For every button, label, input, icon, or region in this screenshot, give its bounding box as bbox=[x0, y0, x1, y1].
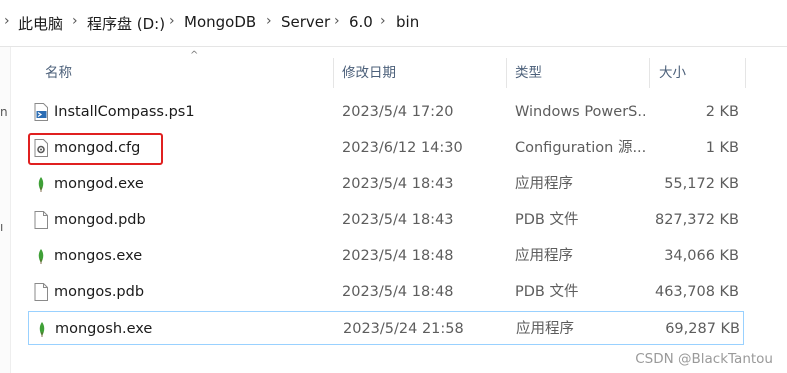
column-header-name[interactable]: 名称 bbox=[45, 58, 72, 88]
column-divider[interactable] bbox=[649, 58, 650, 88]
chevron-right-icon[interactable]: › bbox=[169, 13, 175, 29]
file-row[interactable]: mongod.exe 2023/5/4 18:43 应用程序 55,172 KB bbox=[28, 167, 744, 201]
chevron-right-icon[interactable]: › bbox=[266, 13, 272, 29]
file-size: 34,066 KB bbox=[664, 248, 739, 264]
file-type: 应用程序 bbox=[515, 176, 573, 192]
file-name: mongod.pdb bbox=[54, 212, 146, 228]
file-size: 463,708 KB bbox=[654, 284, 739, 300]
file-name: mongos.pdb bbox=[54, 284, 145, 300]
file-type: 应用程序 bbox=[515, 248, 573, 264]
powershell-script-icon bbox=[34, 103, 48, 121]
address-bar[interactable]: › 此电脑 › 程序盘 (D:) › MongoDB › Server › 6.… bbox=[0, 0, 787, 47]
file-modified: 2023/6/12 14:30 bbox=[342, 140, 463, 156]
chevron-right-icon[interactable]: › bbox=[72, 13, 78, 29]
file-modified: 2023/5/4 18:43 bbox=[342, 176, 454, 192]
column-divider[interactable] bbox=[506, 58, 507, 88]
breadcrumb-drive-d[interactable]: 程序盘 (D:) bbox=[87, 13, 165, 34]
file-type: PDB 文件 bbox=[515, 212, 579, 228]
column-divider[interactable] bbox=[333, 58, 334, 88]
file-name: mongos.exe bbox=[54, 248, 143, 264]
mongodb-leaf-icon bbox=[39, 322, 45, 337]
chevron-right-icon: › bbox=[4, 13, 10, 29]
file-type: PDB 文件 bbox=[515, 284, 579, 300]
nav-pane-clipped-text: n bbox=[0, 105, 8, 119]
breadcrumb-bin[interactable]: bin bbox=[396, 13, 419, 31]
file-modified: 2023/5/4 17:20 bbox=[342, 104, 454, 120]
file-name: mongod.exe bbox=[54, 176, 144, 192]
blank-file-icon bbox=[34, 211, 48, 229]
watermark-text: CSDN @BlackTantou bbox=[635, 351, 773, 367]
file-row-selected[interactable]: mongosh.exe 2023/5/24 21:58 应用程序 69,287 … bbox=[28, 311, 744, 345]
file-row[interactable]: InstallCompass.ps1 2023/5/4 17:20 Window… bbox=[28, 95, 744, 129]
file-type: 应用程序 bbox=[516, 321, 574, 337]
navigation-pane-edge[interactable] bbox=[0, 47, 11, 373]
breadcrumb-server[interactable]: Server bbox=[281, 13, 330, 31]
column-divider[interactable] bbox=[745, 58, 746, 88]
file-type: Windows PowerS... bbox=[515, 104, 645, 120]
column-header-size[interactable]: 大小 bbox=[659, 58, 686, 88]
column-header-type[interactable]: 类型 bbox=[515, 58, 542, 88]
file-size: 1 KB bbox=[705, 140, 739, 156]
chevron-right-icon[interactable]: › bbox=[380, 13, 386, 29]
file-row[interactable]: mongod.pdb 2023/5/4 18:43 PDB 文件 827,372… bbox=[28, 203, 744, 237]
chevron-right-icon[interactable]: › bbox=[334, 13, 340, 29]
file-row[interactable]: mongos.exe 2023/5/4 18:48 应用程序 34,066 KB bbox=[28, 239, 744, 273]
file-name: InstallCompass.ps1 bbox=[54, 104, 195, 120]
nav-pane-clipped-text: ı bbox=[0, 220, 4, 234]
file-size: 69,287 KB bbox=[665, 321, 740, 337]
file-modified: 2023/5/4 18:48 bbox=[342, 248, 454, 264]
mongodb-leaf-icon bbox=[38, 249, 44, 264]
column-header-modified[interactable]: 修改日期 bbox=[342, 58, 396, 88]
file-modified: 2023/5/24 21:58 bbox=[343, 321, 464, 337]
file-size: 55,172 KB bbox=[664, 176, 739, 192]
blank-file-icon bbox=[34, 283, 48, 301]
file-row[interactable]: mongos.pdb 2023/5/4 18:48 PDB 文件 463,708… bbox=[28, 275, 744, 309]
breadcrumb-version[interactable]: 6.0 bbox=[349, 13, 373, 31]
column-header: ^ 名称 修改日期 类型 大小 bbox=[12, 50, 752, 88]
breadcrumb-this-pc[interactable]: 此电脑 bbox=[18, 13, 63, 34]
file-modified: 2023/5/4 18:48 bbox=[342, 284, 454, 300]
file-size: 827,372 KB bbox=[654, 212, 739, 228]
file-type: Configuration 源... bbox=[515, 140, 645, 156]
file-modified: 2023/5/4 18:43 bbox=[342, 212, 454, 228]
mongodb-leaf-icon bbox=[38, 177, 44, 192]
file-name: mongosh.exe bbox=[55, 321, 153, 337]
file-size: 2 KB bbox=[705, 104, 739, 120]
breadcrumb-mongodb[interactable]: MongoDB bbox=[184, 13, 256, 31]
annotation-highlight-box bbox=[28, 133, 163, 165]
sort-ascending-icon: ^ bbox=[190, 50, 199, 61]
